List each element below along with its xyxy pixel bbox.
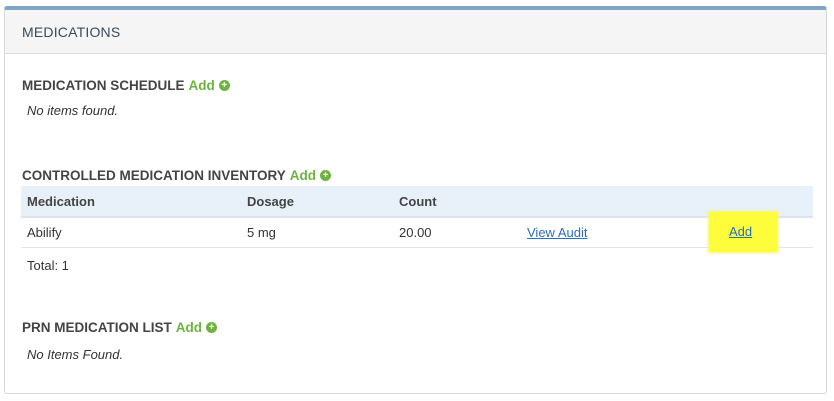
table-row: Abilify 5 mg 20.00 View Audit Add [21, 212, 813, 252]
add-medication-schedule-button[interactable]: Add + [189, 78, 230, 93]
medication-schedule-title: MEDICATION SCHEDULE [22, 78, 185, 93]
add-label: Add [175, 320, 202, 335]
cell-medication: Abilify [21, 217, 241, 248]
prn-medication-title: PRN MEDICATION LIST [22, 320, 172, 335]
column-header-medication: Medication [21, 186, 241, 218]
plus-circle-icon: + [320, 170, 332, 181]
highlight-marker: Add [709, 212, 777, 252]
medications-panel: MEDICATIONS MEDICATION SCHEDULE Add + No… [4, 6, 827, 394]
add-row-link[interactable]: Add [729, 224, 752, 239]
column-header-count: Count [393, 186, 521, 218]
schedule-empty-text: No items found. [27, 103, 119, 118]
panel-title: MEDICATIONS [22, 23, 121, 40]
add-controlled-inventory-button[interactable]: Add + [289, 168, 332, 183]
table-header-row: Medication Dosage Count [21, 186, 813, 218]
column-header-dosage: Dosage [241, 186, 393, 218]
controlled-inventory-section: CONTROLLED MEDICATION INVENTORY Add + [22, 168, 332, 183]
cell-count: 20.00 [393, 217, 521, 248]
medication-schedule-section: MEDICATION SCHEDULE Add + [22, 78, 230, 93]
inventory-table: Medication Dosage Count Abilify 5 mg 20.… [21, 186, 813, 252]
prn-empty-text: No Items Found. [27, 347, 124, 362]
plus-circle-icon: + [206, 322, 217, 333]
inventory-total: Total: 1 [27, 258, 69, 273]
cell-audit: View Audit [521, 217, 701, 248]
cell-action: Add [701, 212, 813, 252]
panel-header: MEDICATIONS [5, 10, 826, 54]
column-header-audit [521, 186, 701, 218]
add-prn-medication-button[interactable]: Add + [176, 320, 217, 335]
add-label: Add [289, 168, 317, 183]
controlled-inventory-title: CONTROLLED MEDICATION INVENTORY [22, 168, 286, 183]
add-label: Add [188, 78, 215, 93]
cell-dosage: 5 mg [241, 217, 393, 248]
view-audit-link[interactable]: View Audit [527, 225, 587, 240]
plus-circle-icon: + [218, 80, 230, 91]
prn-medication-section: PRN MEDICATION LIST Add + [22, 320, 217, 335]
